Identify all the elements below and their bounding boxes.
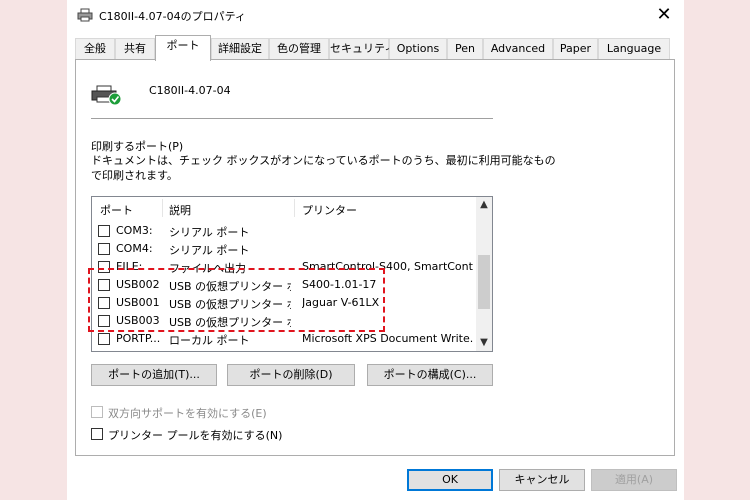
port-description: USB の仮想プリンター ポ...	[169, 316, 291, 329]
delete-port-button[interactable]: ポートの削除(D)	[227, 364, 355, 386]
port-checkbox[interactable]	[98, 243, 110, 255]
scroll-thumb[interactable]	[478, 255, 490, 309]
scroll-down-icon[interactable]: ▼	[476, 335, 492, 351]
port-checkbox[interactable]	[98, 297, 110, 309]
column-header-printer[interactable]: プリンター	[302, 202, 357, 218]
port-name: USB002	[116, 278, 160, 291]
port-description: USB の仮想プリンター ポ...	[169, 298, 291, 311]
bidirectional-label: 双方向サポートを有効にする(E)	[108, 407, 267, 420]
port-name: COM3:	[116, 224, 153, 237]
port-description: シリアル ポート	[169, 226, 250, 239]
port-row-com4[interactable]: COM4: シリアル ポート	[92, 240, 476, 258]
port-list-header: ポート 説明 プリンター	[92, 197, 476, 219]
ports-description: ドキュメントは、チェック ボックスがオンになっているポートのうち、最初に利用可能…	[91, 153, 556, 183]
tab-ports[interactable]: ポート	[155, 35, 211, 61]
port-name: FILE:	[116, 260, 143, 273]
port-checkbox[interactable]	[98, 315, 110, 327]
port-name: USB003	[116, 314, 160, 327]
ports-description-line1: ドキュメントは、チェック ボックスがオンになっているポートのうち、最初に利用可能…	[91, 154, 556, 167]
column-header-description[interactable]: 説明	[169, 202, 191, 218]
port-row-usb003[interactable]: USB003 USB の仮想プリンター ポ...	[92, 312, 476, 330]
scroll-up-icon[interactable]: ▲	[476, 197, 492, 213]
printer-name: C180II-4.07-04	[149, 84, 231, 97]
port-printer: Microsoft XPS Document Write...	[302, 332, 474, 345]
apply-button: 適用(A)	[591, 469, 677, 491]
cancel-button[interactable]: キャンセル	[499, 469, 585, 491]
port-description: ローカル ポート	[169, 334, 250, 347]
port-list[interactable]: ポート 説明 プリンター COM3: シリアル ポート COM4: シリアル ポ…	[91, 196, 493, 352]
port-row-file[interactable]: FILE: ファイルへ出力 SmartControl-S400, SmartCo…	[92, 258, 476, 276]
port-name: COM4:	[116, 242, 153, 255]
tab-advanced[interactable]: Advanced	[483, 38, 553, 60]
port-description: シリアル ポート	[169, 244, 250, 257]
close-icon: ✕	[656, 4, 672, 25]
configure-port-button[interactable]: ポートの構成(C)...	[367, 364, 493, 386]
tab-paper[interactable]: Paper	[553, 38, 598, 60]
printer-default-icon	[91, 85, 122, 106]
port-description: ファイルへ出力	[169, 262, 246, 275]
port-row-portprompt[interactable]: PORTP... ローカル ポート Microsoft XPS Document…	[92, 330, 476, 348]
bidirectional-checkbox	[91, 406, 103, 418]
port-checkbox[interactable]	[98, 279, 110, 291]
divider	[91, 118, 493, 119]
window-title: C180II-4.07-04のプロパティ	[99, 10, 246, 23]
tab-sharing[interactable]: 共有	[115, 38, 155, 60]
port-printer: Jaguar V-61LX	[302, 296, 380, 309]
properties-dialog: C180II-4.07-04のプロパティ ✕ 全般 共有 ポート 詳細設定 色の…	[67, 0, 684, 500]
printer-icon	[77, 8, 93, 22]
pooling-checkbox[interactable]	[91, 428, 103, 440]
title-bar: C180II-4.07-04のプロパティ ✕	[67, 0, 684, 32]
port-checkbox[interactable]	[98, 333, 110, 345]
tab-color-management[interactable]: 色の管理	[269, 38, 329, 60]
column-separator	[294, 199, 295, 217]
pooling-label: プリンター プールを有効にする(N)	[108, 429, 283, 442]
column-separator	[162, 199, 163, 217]
port-checkbox[interactable]	[98, 261, 110, 273]
port-list-scrollbar[interactable]: ▲ ▼	[476, 197, 492, 351]
tab-security[interactable]: セキュリティ	[329, 38, 395, 60]
add-port-button[interactable]: ポートの追加(T)...	[91, 364, 217, 386]
ok-button[interactable]: OK	[407, 469, 493, 491]
tab-language[interactable]: Language	[598, 38, 670, 60]
port-description: USB の仮想プリンター ポ...	[169, 280, 291, 293]
port-name: PORTP...	[116, 332, 161, 345]
tab-options[interactable]: Options	[389, 38, 447, 60]
port-row-usb002[interactable]: USB002 USB の仮想プリンター ポ... S400-1.01-17	[92, 276, 476, 294]
ports-label: 印刷するポート(P)	[91, 140, 184, 153]
ports-description-line2: で印刷されます。	[91, 169, 178, 182]
port-printer: SmartControl-S400, SmartContr...	[302, 260, 474, 273]
port-row-usb001[interactable]: USB001 USB の仮想プリンター ポ... Jaguar V-61LX	[92, 294, 476, 312]
close-button[interactable]: ✕	[651, 4, 677, 28]
column-header-port[interactable]: ポート	[100, 202, 133, 218]
tab-pen[interactable]: Pen	[447, 38, 483, 60]
port-row-com3[interactable]: COM3: シリアル ポート	[92, 222, 476, 240]
tab-general[interactable]: 全般	[75, 38, 115, 60]
port-printer: S400-1.01-17	[302, 278, 377, 291]
port-checkbox[interactable]	[98, 225, 110, 237]
port-name: USB001	[116, 296, 160, 309]
tab-advanced-settings[interactable]: 詳細設定	[211, 38, 269, 60]
